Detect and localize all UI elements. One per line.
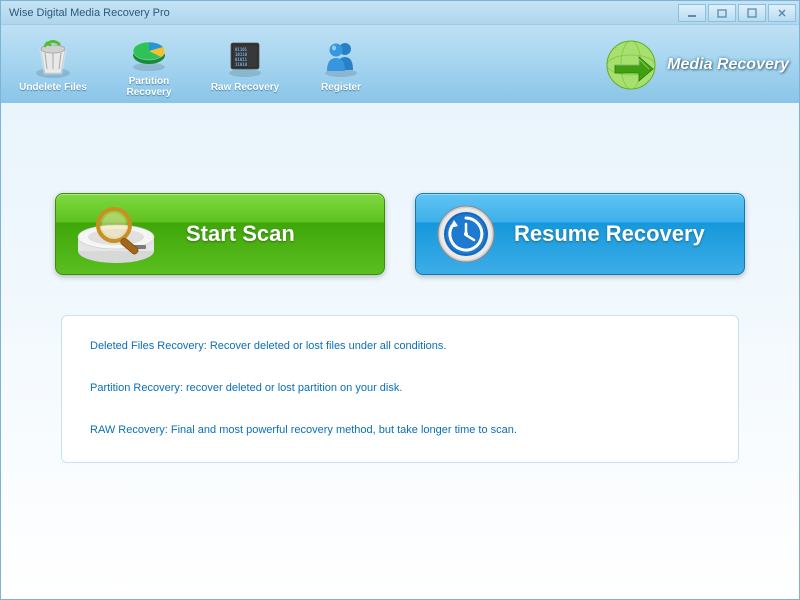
toolbar: Undelete Files Partition Recovery (1, 25, 799, 103)
minimize-button[interactable] (678, 4, 706, 22)
disk-magnifier-icon (74, 203, 170, 265)
raw-recovery-button[interactable]: 01101 10110 01011 11010 Raw Recovery (207, 35, 283, 93)
start-scan-button[interactable]: Start Scan (55, 193, 385, 275)
info-raw-recovery: RAW Recovery: Final and most powerful re… (90, 424, 710, 436)
partition-recovery-button[interactable]: Partition Recovery (111, 29, 187, 98)
action-buttons-row: Start Scan Resume Recovery (41, 193, 759, 275)
minimize-icon (687, 8, 697, 18)
binary-chip-icon: 01101 10110 01011 11010 (223, 35, 267, 79)
undelete-files-button[interactable]: Undelete Files (15, 35, 91, 93)
svg-text:11010: 11010 (235, 62, 248, 67)
resume-recovery-label: Resume Recovery (514, 221, 705, 247)
start-scan-label: Start Scan (186, 221, 295, 247)
toolbar-label: Partition Recovery (111, 76, 187, 98)
toolbar-label: Raw Recovery (211, 82, 279, 93)
window-controls (678, 4, 799, 22)
titlebar: Wise Digital Media Recovery Pro (1, 1, 799, 25)
info-deleted-files: Deleted Files Recovery: Recover deleted … (90, 340, 710, 352)
info-panel: Deleted Files Recovery: Recover deleted … (61, 315, 739, 463)
arrow-globe-icon (601, 35, 661, 95)
toolbar-label: Register (321, 82, 361, 93)
history-clock-icon (434, 202, 498, 266)
trash-icon (31, 35, 75, 79)
window-title: Wise Digital Media Recovery Pro (9, 7, 170, 19)
close-button[interactable] (768, 4, 796, 22)
resume-recovery-button[interactable]: Resume Recovery (415, 193, 745, 275)
maximize-icon (747, 8, 757, 18)
maximize-button[interactable] (738, 4, 766, 22)
users-icon (319, 35, 363, 79)
info-partition-recovery: Partition Recovery: recover deleted or l… (90, 382, 710, 394)
pie-chart-icon (127, 29, 171, 73)
app-window: Wise Digital Media Recovery Pro (0, 0, 800, 600)
close-icon (777, 8, 787, 18)
restore-button[interactable] (708, 4, 736, 22)
brand-logo: Media Recovery (601, 35, 789, 95)
toolbar-label: Undelete Files (19, 82, 87, 93)
register-button[interactable]: Register (303, 35, 379, 93)
main-content: Start Scan Resume Recovery (1, 103, 799, 463)
brand-text: Media Recovery (667, 56, 789, 74)
restore-icon (717, 8, 727, 18)
